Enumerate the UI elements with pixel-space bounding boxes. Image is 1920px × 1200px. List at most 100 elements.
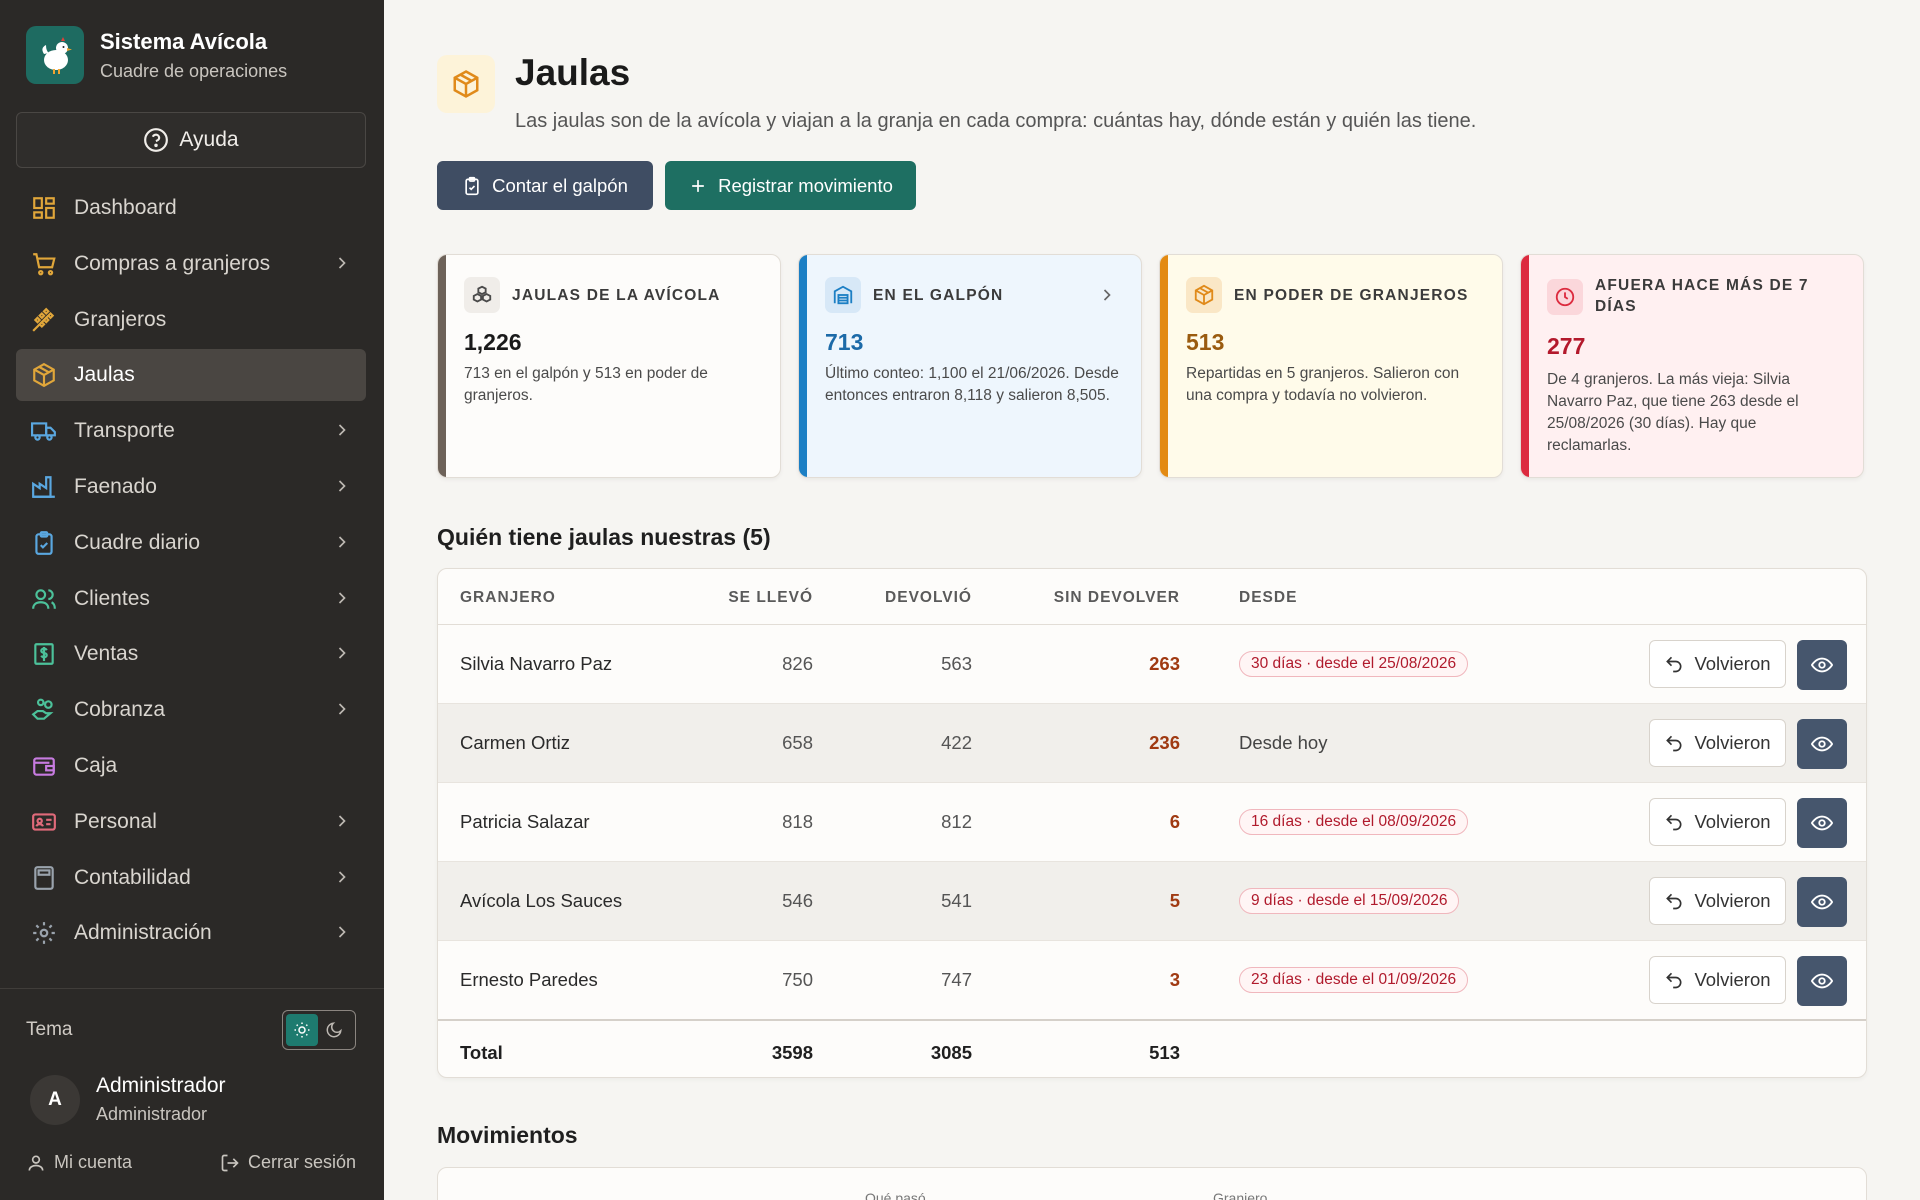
- gear-icon: [30, 919, 58, 947]
- truck-icon: [30, 417, 58, 445]
- sidebar-item-label: Granjeros: [74, 307, 167, 331]
- sidebar-item-caja[interactable]: Caja: [16, 740, 366, 792]
- table-row[interactable]: Patricia Salazar 818 812 6 16 días · des…: [438, 783, 1866, 862]
- farmer-name: Patricia Salazar: [460, 811, 590, 832]
- farmer-name: Avícola Los Sauces: [460, 890, 623, 911]
- sidebar-item-personal[interactable]: Personal: [16, 796, 366, 848]
- returned-value: 747: [941, 969, 972, 990]
- returned-button[interactable]: Volvieron: [1649, 877, 1786, 925]
- sun-icon[interactable]: [286, 1014, 318, 1046]
- sidebar-item-label: Caja: [74, 753, 118, 777]
- returned-button[interactable]: Volvieron: [1649, 956, 1786, 1004]
- brand-title: Sistema Avícola: [100, 28, 268, 54]
- chevron-right-icon: [338, 870, 346, 883]
- chevron-right-icon: [1103, 289, 1111, 301]
- sidebar-item-label: Administración: [74, 921, 212, 945]
- register-movement-button[interactable]: Registrar movimiento: [665, 161, 916, 210]
- sidebar-item-granjeros[interactable]: Granjeros: [16, 294, 366, 346]
- column-header-farmer[interactable]: Granjero: [1213, 1190, 1267, 1200]
- stat-value: 713: [825, 329, 864, 355]
- sidebar-item-cobranza[interactable]: Cobranza: [16, 684, 366, 736]
- column-header-pending[interactable]: SIN DEVOLVER: [1054, 589, 1180, 607]
- column-header-what[interactable]: Qué pasó: [865, 1190, 926, 1200]
- stat-description: De 4 granjeros. La más vieja: Silvia Nav…: [1547, 371, 1799, 454]
- column-header-returned[interactable]: DEVOLVIÓ: [885, 589, 972, 607]
- sidebar-item-clientes[interactable]: Clientes: [16, 573, 366, 625]
- pending-value: 263: [1149, 653, 1180, 674]
- column-header-took[interactable]: SE LLEVÓ: [728, 589, 813, 607]
- view-button[interactable]: [1797, 798, 1847, 848]
- sidebar-item-jaulas[interactable]: Jaulas: [16, 349, 366, 402]
- table-row[interactable]: Carmen Ortiz 658 422 236 Desde hoy Volvi…: [438, 704, 1866, 783]
- avatar: A: [30, 1074, 80, 1125]
- chevron-right-icon: [338, 815, 346, 827]
- holders-title: Quién tiene jaulas nuestras (5): [437, 524, 771, 550]
- returned-button-label: Volvieron: [1694, 890, 1771, 911]
- help-circle-icon: [144, 128, 169, 152]
- table-row[interactable]: Avícola Los Sauces 546 541 5 9 días · de…: [438, 862, 1866, 941]
- chevron-right-icon: [338, 536, 346, 548]
- eye-icon: [1811, 815, 1833, 831]
- logout-icon: [221, 1154, 239, 1171]
- undo-icon: [1666, 735, 1682, 752]
- table-row[interactable]: Silvia Navarro Paz 826 563 263 30 días ·…: [438, 625, 1866, 704]
- sidebar-item-label: Dashboard: [74, 196, 177, 219]
- pending-value: 5: [1169, 890, 1180, 911]
- sidebar-item-ventas[interactable]: Ventas: [16, 628, 366, 680]
- stat-description: Repartidas en 5 granjeros. Salieron con …: [1186, 365, 1460, 404]
- returned-button[interactable]: Volvieron: [1649, 798, 1786, 846]
- help-button[interactable]: Ayuda: [16, 112, 366, 168]
- column-header-farmer[interactable]: GRANJERO: [460, 589, 556, 607]
- logout-label: Cerrar sesión: [247, 1152, 356, 1172]
- main-content: Jaulas Las jaulas son de la avícola y vi…: [384, 0, 1920, 1200]
- stat-card-warehouse[interactable]: EN EL GALPÓN 713 Último conteo: 1,100 el…: [798, 254, 1142, 478]
- page-title: Jaulas: [515, 52, 631, 93]
- sidebar: Sistema Avícola Cuadre de operaciones Ay…: [0, 0, 384, 1200]
- sidebar-item-compras[interactable]: Compras a granjeros: [16, 238, 366, 290]
- view-button[interactable]: [1797, 956, 1847, 1006]
- column-header-since[interactable]: DESDE: [1239, 589, 1297, 607]
- calculator-icon: [30, 864, 58, 892]
- eye-icon: [1811, 736, 1833, 752]
- stat-label: EN PODER DE GRANJEROS: [1234, 286, 1469, 304]
- total-took: 3598: [771, 1042, 813, 1063]
- boxes-icon: [464, 277, 500, 313]
- chevron-right-icon: [338, 926, 346, 938]
- theme-row: Tema: [26, 1010, 356, 1050]
- my-account-link[interactable]: Mi cuenta: [26, 1152, 132, 1173]
- my-account-label: Mi cuenta: [54, 1152, 133, 1172]
- view-button[interactable]: [1797, 719, 1847, 769]
- moon-icon[interactable]: [318, 1014, 350, 1046]
- since-text: Desde hoy: [1239, 732, 1328, 753]
- undo-icon: [1666, 814, 1682, 831]
- count-warehouse-button[interactable]: Contar el galpón: [437, 161, 653, 210]
- chevron-right-icon: [338, 647, 346, 659]
- returned-value: 541: [941, 890, 972, 911]
- chicken-logo-icon: [26, 26, 84, 84]
- returned-button-label: Volvieron: [1694, 811, 1771, 832]
- sidebar-nav: Dashboard Compras a granjeros Granjeros …: [16, 182, 366, 963]
- returned-button[interactable]: Volvieron: [1649, 640, 1786, 688]
- sidebar-item-faenado[interactable]: Faenado: [16, 461, 366, 513]
- stat-card-total: JAULAS DE LA AVÍCOLA 1,226 713 en el gal…: [437, 254, 781, 478]
- brand[interactable]: Sistema Avícola Cuadre de operaciones: [26, 26, 287, 84]
- sidebar-item-transporte[interactable]: Transporte: [16, 405, 366, 457]
- dashboard-icon: [30, 194, 58, 222]
- logout-link[interactable]: Cerrar sesión: [220, 1152, 356, 1173]
- table-row[interactable]: Ernesto Paredes 750 747 3 23 días · desd…: [438, 941, 1866, 1020]
- sidebar-item-dashboard[interactable]: Dashboard: [16, 182, 366, 234]
- sidebar-item-label: Compras a granjeros: [74, 251, 271, 275]
- sidebar-item-administracion[interactable]: Administración: [16, 907, 366, 959]
- user-role: Administrador: [96, 1104, 208, 1124]
- pending-value: 236: [1149, 732, 1180, 753]
- farmer-name: Silvia Navarro Paz: [460, 653, 613, 674]
- returned-value: 422: [941, 732, 972, 753]
- view-button[interactable]: [1797, 640, 1847, 690]
- returned-button[interactable]: Volvieron: [1649, 719, 1786, 767]
- took-value: 826: [782, 653, 813, 674]
- sidebar-item-cuadre-diario[interactable]: Cuadre diario: [16, 517, 366, 569]
- theme-toggle[interactable]: [282, 1010, 356, 1050]
- view-button[interactable]: [1797, 877, 1847, 927]
- chevron-right-icon: [338, 703, 346, 715]
- sidebar-item-contabilidad[interactable]: Contabilidad: [16, 852, 366, 904]
